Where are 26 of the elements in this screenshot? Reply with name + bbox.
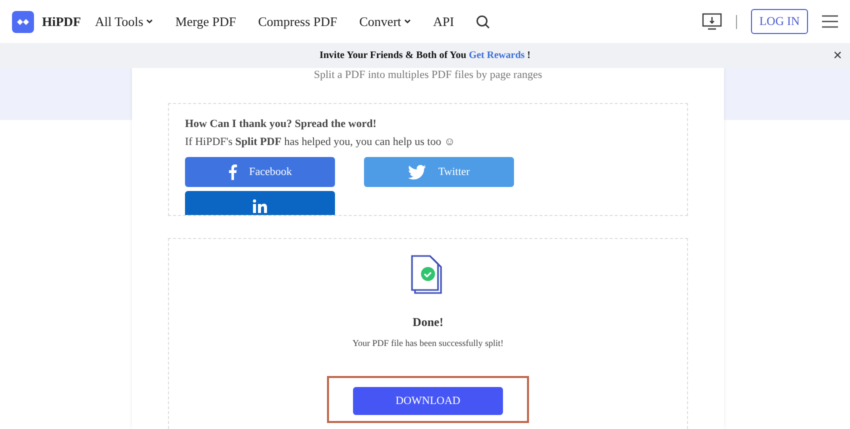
nav-link[interactable]: Compress PDF bbox=[258, 14, 338, 30]
login-button[interactable]: LOG IN bbox=[751, 9, 808, 34]
menu-icon[interactable] bbox=[822, 15, 838, 28]
close-button[interactable]: × bbox=[833, 47, 842, 64]
linkedin-button[interactable] bbox=[185, 191, 335, 215]
document-check-icon bbox=[411, 255, 445, 295]
nav-link[interactable]: All Tools bbox=[95, 14, 154, 30]
bird-icon bbox=[408, 164, 426, 180]
brand-name[interactable]: HiPDF bbox=[42, 14, 81, 30]
search-icon[interactable] bbox=[476, 14, 490, 28]
nav-link[interactable]: Merge PDF bbox=[175, 14, 236, 30]
desktop-download-icon[interactable] bbox=[702, 13, 722, 30]
banner-text: Invite Your Friends & Both of You Get Rewards ! bbox=[319, 50, 531, 61]
facebook-icon bbox=[228, 164, 238, 180]
success-message: Your PDF file has been successfully split! bbox=[352, 338, 504, 348]
done-title: Done! bbox=[412, 315, 444, 330]
nav-link[interactable]: Convert bbox=[359, 14, 412, 30]
nav-link[interactable]: API bbox=[433, 14, 454, 30]
facebook-button[interactable]: Facebook bbox=[185, 157, 335, 187]
share-title: How Can I thank you? Spread the word! bbox=[185, 118, 378, 130]
subtitle: Split a PDF into multiples PDF files by page ranges bbox=[314, 69, 542, 81]
linkedin-icon bbox=[253, 199, 267, 213]
download-button[interactable]: DOWNLOAD bbox=[353, 387, 503, 415]
share-text: If HiPDF's Split PDF has helped you, you can help us too ☺ bbox=[185, 136, 456, 148]
logo-icon[interactable] bbox=[12, 10, 34, 32]
rewards-link[interactable]: Get Rewards bbox=[468, 50, 525, 61]
